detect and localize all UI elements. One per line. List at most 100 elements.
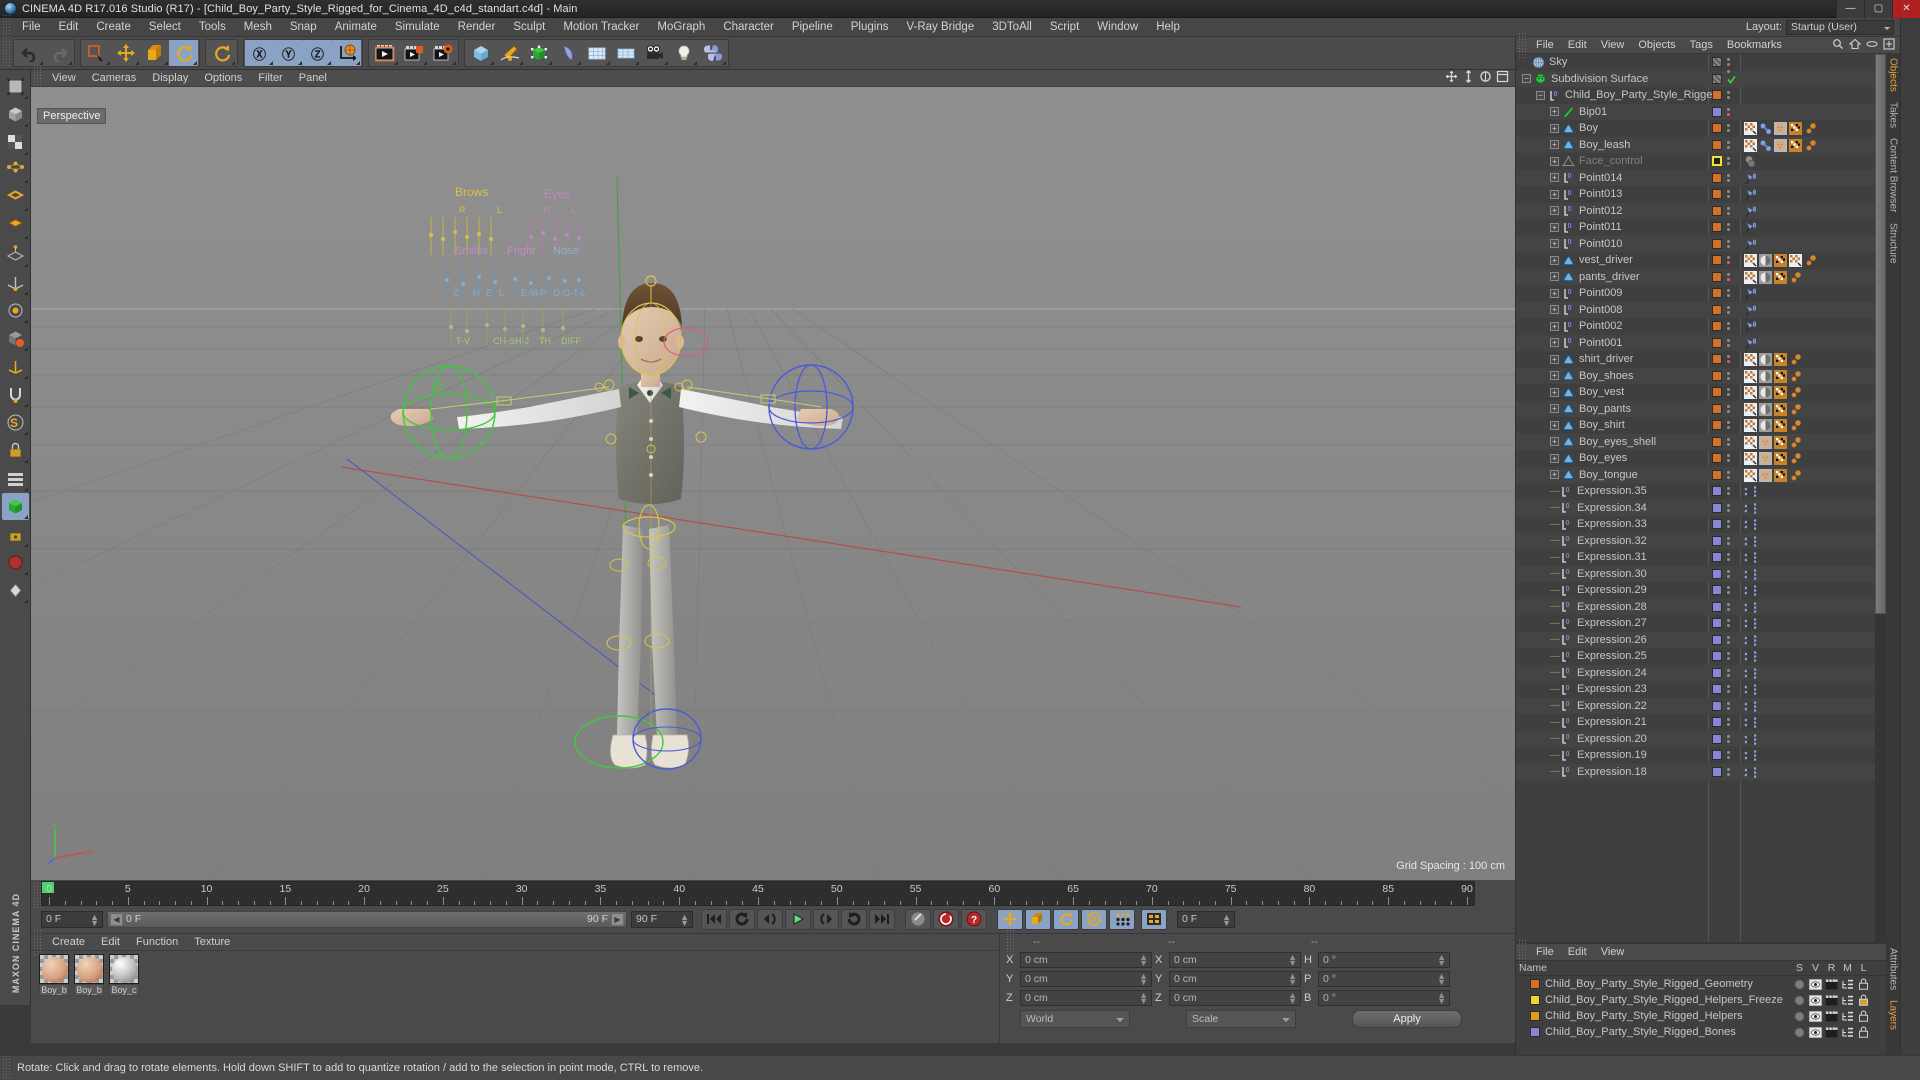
layer-color-swatch[interactable] — [1712, 222, 1722, 233]
close-button[interactable]: ✕ — [1892, 0, 1920, 18]
visibility-dot[interactable] — [1727, 223, 1730, 227]
current-frame-field[interactable]: 0 F ▲ ▼ — [41, 910, 103, 928]
viewport-solo-tool[interactable] — [2, 325, 29, 352]
visibility-dot[interactable] — [1727, 256, 1730, 260]
visibility-dot[interactable] — [1727, 508, 1730, 512]
tree-expander[interactable]: + — [1550, 222, 1559, 232]
material-grip-handle[interactable] — [33, 929, 42, 955]
object-menu-bookmarks[interactable]: Bookmarks — [1720, 39, 1789, 51]
visibility-dot[interactable] — [1727, 145, 1730, 149]
axis-modify-tool[interactable] — [2, 269, 29, 296]
coord-field-position[interactable]: 0 cm ▲ ▼ — [1020, 971, 1152, 987]
visibility-dots[interactable] — [1727, 404, 1730, 413]
layer-tab-layers[interactable]: Layers — [1888, 1000, 1899, 1030]
viewport-menu-cameras[interactable]: Cameras — [84, 72, 145, 84]
weight-tag-icon[interactable] — [1744, 435, 1757, 449]
skin-tag-icon[interactable] — [1759, 452, 1772, 465]
object-menu-edit[interactable]: Edit — [1561, 39, 1594, 51]
layer-color-swatch[interactable] — [1712, 370, 1722, 381]
visibility-dots[interactable] — [1727, 487, 1730, 496]
spinner-icon[interactable]: ▲ ▼ — [1288, 991, 1297, 1006]
object-tree-row[interactable]: — 0 Expression.35 — [1516, 483, 1887, 500]
mat-tag-icon[interactable] — [1759, 419, 1772, 432]
tree-expander[interactable]: + — [1550, 206, 1559, 216]
object-tree-row[interactable]: + vest_driver — [1516, 252, 1887, 269]
spinner-icon[interactable]: ▲ ▼ — [1222, 912, 1231, 927]
layer-solo-toggle[interactable] — [1792, 1025, 1807, 1039]
visibility-dot[interactable] — [1727, 673, 1730, 677]
visibility-dots[interactable] — [1727, 338, 1730, 347]
xpresso-tag-icon[interactable] — [1744, 535, 1757, 548]
weight-tag-icon[interactable] — [1744, 419, 1757, 432]
visibility-dot[interactable] — [1727, 569, 1730, 573]
layer-color-swatch[interactable] — [1712, 618, 1722, 629]
visibility-dot[interactable] — [1727, 239, 1730, 243]
xpresso-tag-icon[interactable] — [1744, 584, 1757, 597]
visibility-dot[interactable] — [1727, 343, 1730, 347]
ellipse-icon[interactable] — [1866, 38, 1878, 53]
skin-tag-icon[interactable] — [1774, 138, 1787, 152]
layer-render-toggle[interactable] — [1824, 977, 1839, 991]
visibility-dot[interactable] — [1727, 525, 1730, 529]
layer-color-swatch[interactable] — [1712, 717, 1722, 728]
coord-field-rotation[interactable]: 0 ° ▲ ▼ — [1318, 971, 1450, 987]
search-icon[interactable] — [1832, 38, 1844, 53]
visibility-dot[interactable] — [1727, 409, 1730, 413]
visibility-dots[interactable] — [1727, 140, 1730, 149]
viewport-menu-display[interactable]: Display — [144, 72, 196, 84]
xpresso-tag-icon[interactable] — [1744, 518, 1757, 531]
layer-render-toggle[interactable] — [1824, 1009, 1839, 1023]
spinner-icon[interactable]: ▲ ▼ — [1139, 953, 1148, 968]
layer-solo-toggle[interactable] — [1792, 977, 1807, 991]
sel-tag-icon[interactable] — [1789, 370, 1802, 383]
skin-tag-icon[interactable] — [1759, 435, 1772, 449]
object-tree-row[interactable]: — 0 Expression.24 — [1516, 664, 1887, 681]
pin-tag-icon[interactable] — [1744, 221, 1757, 234]
layer-color-swatch[interactable] — [1712, 585, 1722, 596]
sel-tag-icon[interactable] — [1789, 452, 1802, 465]
visibility-dot[interactable] — [1727, 602, 1730, 606]
layer-color-swatch[interactable] — [1712, 354, 1722, 365]
mat-tag-icon[interactable] — [1759, 369, 1772, 383]
visibility-dots[interactable] — [1727, 586, 1730, 595]
xpresso-tag-icon[interactable] — [1744, 683, 1757, 696]
menu-snap[interactable]: Snap — [281, 18, 326, 37]
visibility-dots[interactable] — [1727, 734, 1730, 743]
material-thumbnail[interactable] — [39, 954, 69, 984]
play-forwards-button[interactable] — [785, 908, 811, 930]
tex-tag-icon[interactable] — [1774, 270, 1787, 284]
cube-primitive-button[interactable] — [466, 40, 495, 66]
loop-button[interactable] — [841, 908, 867, 930]
menu-select[interactable]: Select — [140, 18, 190, 37]
visibility-dot[interactable] — [1727, 112, 1730, 116]
visibility-dot[interactable] — [1727, 129, 1730, 133]
coord-field-size[interactable]: 0 cm ▲ ▼ — [1169, 952, 1301, 968]
python-button[interactable] — [698, 40, 727, 66]
pin-tag-icon[interactable] — [1744, 238, 1757, 251]
layer-color-swatch[interactable] — [1712, 667, 1722, 678]
visibility-dots[interactable] — [1727, 107, 1730, 116]
coordinate-system-select[interactable]: World — [1020, 1010, 1130, 1028]
go-to-start-button[interactable] — [701, 908, 727, 930]
viewport-3d-canvas[interactable]: Perspective Grid Spacing : 100 cm Y X Z … — [31, 87, 1515, 880]
visibility-dot[interactable] — [1727, 751, 1730, 755]
spinner-icon[interactable]: ▲ ▼ — [1288, 972, 1297, 987]
xpresso-tag-icon[interactable] — [1744, 716, 1757, 729]
visibility-dot[interactable] — [1727, 426, 1730, 430]
tex-tag-icon[interactable] — [1789, 122, 1802, 135]
render-view-button[interactable] — [370, 40, 399, 66]
visibility-dots[interactable] — [1727, 635, 1730, 644]
visibility-dot[interactable] — [1727, 723, 1730, 727]
live-selection-button[interactable] — [82, 40, 111, 66]
layer-color-swatch[interactable] — [1712, 601, 1722, 612]
layout-select[interactable]: Startup (User) — [1786, 19, 1894, 35]
layer-visible-toggle[interactable] — [1808, 993, 1823, 1007]
layer-menu-file[interactable]: File — [1529, 946, 1561, 958]
visibility-dots[interactable] — [1727, 751, 1730, 760]
camera-button[interactable] — [640, 40, 669, 66]
visibility-dot[interactable] — [1727, 228, 1730, 232]
workplane-tool[interactable] — [2, 241, 29, 268]
object-tree-row[interactable]: + Bip01 — [1516, 103, 1887, 120]
minimize-button[interactable]: — — [1836, 0, 1864, 18]
sel-tag-icon[interactable] — [1789, 469, 1802, 482]
